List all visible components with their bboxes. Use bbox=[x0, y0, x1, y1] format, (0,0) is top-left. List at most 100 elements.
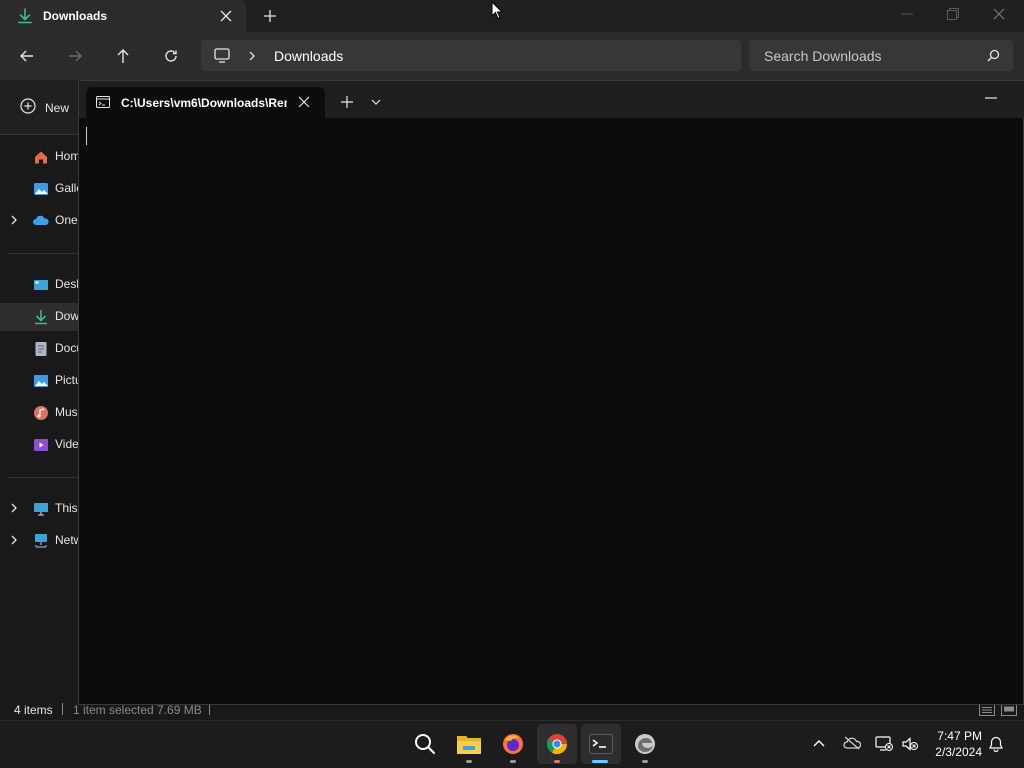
sidebar-item-this-pc[interactable]: This PC bbox=[0, 495, 78, 523]
large-icons-view-icon[interactable] bbox=[1001, 704, 1017, 716]
restore-icon[interactable] bbox=[947, 8, 959, 20]
chrome-icon bbox=[546, 734, 568, 755]
sidebar-item-label: Desktop bbox=[55, 277, 78, 291]
sidebar-item-label: Pictures bbox=[55, 373, 78, 387]
expand-chevron-icon[interactable] bbox=[10, 215, 18, 225]
sidebar-item-label: This PC bbox=[55, 501, 78, 515]
videos-icon bbox=[33, 437, 49, 453]
mouse-pointer-icon bbox=[491, 1, 503, 20]
forward-arrow-icon bbox=[69, 50, 82, 62]
navigation-pane: Home Gallery OneDrive Desktop Downloads … bbox=[0, 135, 78, 700]
taskbar-firefox[interactable] bbox=[493, 724, 533, 764]
status-selection: 1 item selected 7.69 MB bbox=[73, 703, 202, 717]
firefox-icon bbox=[503, 734, 523, 754]
taskbar-search-button[interactable] bbox=[405, 724, 445, 764]
onedrive-icon bbox=[33, 213, 49, 229]
pictures-icon bbox=[33, 373, 49, 389]
onedrive-offline-icon[interactable] bbox=[843, 736, 861, 750]
refresh-button[interactable] bbox=[155, 40, 187, 72]
up-button[interactable] bbox=[107, 40, 139, 72]
chevron-down-icon[interactable] bbox=[371, 99, 381, 106]
status-item-count: 4 items bbox=[14, 703, 53, 717]
sidebar-item-label: Documents bbox=[55, 341, 78, 355]
network-disconnected-icon[interactable] bbox=[875, 736, 893, 752]
sidebar-item-home[interactable]: Home bbox=[0, 143, 78, 171]
search-input[interactable]: Search Downloads bbox=[764, 48, 882, 64]
show-hidden-icons-chevron-icon[interactable] bbox=[813, 739, 825, 747]
sidebar-item-label: Music bbox=[55, 405, 78, 419]
monitor-icon bbox=[214, 48, 230, 63]
edge-icon bbox=[635, 734, 655, 754]
clock-date[interactable]: 2/3/2024 bbox=[922, 745, 982, 759]
sidebar-item-videos[interactable]: Videos bbox=[0, 431, 78, 459]
sidebar-item-label: Network bbox=[55, 533, 78, 547]
music-icon bbox=[33, 405, 49, 421]
breadcrumb-downloads[interactable]: Downloads bbox=[274, 48, 343, 64]
download-icon bbox=[17, 8, 33, 24]
minimize-icon[interactable] bbox=[985, 97, 997, 99]
sidebar-item-label: OneDrive bbox=[55, 213, 78, 227]
running-indicator bbox=[554, 760, 560, 763]
sidebar-item-network[interactable]: Network bbox=[0, 527, 78, 555]
close-tab-icon[interactable] bbox=[219, 9, 233, 23]
new-tab-icon[interactable] bbox=[341, 96, 353, 108]
back-button[interactable] bbox=[11, 40, 43, 72]
explorer-tab-title: Downloads bbox=[43, 9, 108, 23]
sidebar-item-label: Downloads bbox=[55, 309, 78, 323]
new-tab-icon[interactable] bbox=[263, 9, 277, 23]
back-arrow-icon bbox=[20, 50, 33, 62]
sidebar-item-onedrive[interactable]: OneDrive bbox=[0, 207, 78, 235]
network-icon bbox=[33, 533, 49, 549]
search-icon[interactable] bbox=[987, 49, 1000, 62]
expand-chevron-icon[interactable] bbox=[10, 503, 18, 513]
pc-icon bbox=[33, 501, 49, 517]
minimize-icon[interactable] bbox=[901, 13, 913, 15]
new-plus-icon[interactable] bbox=[20, 98, 36, 114]
taskbar-chrome[interactable] bbox=[537, 724, 577, 764]
sidebar-item-label: Videos bbox=[55, 437, 78, 451]
sidebar-item-music[interactable]: Music bbox=[0, 399, 78, 427]
terminal-tab-title: C:\Users\vm6\Downloads\Rer bbox=[121, 96, 287, 110]
search-icon bbox=[415, 734, 436, 755]
notification-bell-icon[interactable] bbox=[988, 736, 1004, 752]
forward-button[interactable] bbox=[59, 40, 91, 72]
desktop-icon bbox=[33, 277, 49, 293]
sidebar-item-desktop[interactable]: Desktop bbox=[0, 271, 78, 299]
breadcrumb-chevron-icon[interactable] bbox=[248, 51, 256, 61]
sidebar-divider bbox=[8, 253, 78, 254]
explorer-tab[interactable] bbox=[0, 0, 246, 32]
sidebar-item-label: Gallery bbox=[55, 181, 78, 195]
details-view-icon[interactable] bbox=[979, 704, 995, 716]
sidebar-item-gallery[interactable]: Gallery bbox=[0, 175, 78, 203]
up-arrow-icon bbox=[117, 49, 129, 63]
refresh-icon bbox=[165, 50, 177, 62]
status-divider bbox=[62, 703, 63, 715]
clock-time[interactable]: 7:47 PM bbox=[932, 729, 982, 743]
sidebar-item-pictures[interactable]: Pictures bbox=[0, 367, 78, 395]
file-explorer-icon bbox=[457, 736, 481, 754]
taskbar-terminal[interactable] bbox=[581, 724, 621, 764]
taskbar-file-explorer[interactable] bbox=[449, 724, 489, 764]
sidebar-item-label: Home bbox=[55, 149, 78, 163]
new-button[interactable]: New bbox=[45, 101, 69, 115]
home-icon bbox=[33, 149, 49, 165]
text-cursor bbox=[86, 127, 87, 145]
sidebar-item-downloads[interactable]: Downloads bbox=[0, 303, 78, 331]
close-window-icon[interactable] bbox=[993, 8, 1005, 20]
terminal-window[interactable] bbox=[78, 80, 1024, 705]
close-tab-icon[interactable] bbox=[298, 96, 310, 108]
download-icon bbox=[33, 309, 49, 325]
sidebar-divider bbox=[8, 477, 78, 478]
gallery-icon bbox=[33, 181, 49, 197]
terminal-icon bbox=[589, 734, 613, 754]
documents-icon bbox=[33, 341, 49, 357]
taskbar-edge[interactable] bbox=[625, 724, 665, 764]
active-window-indicator bbox=[592, 760, 608, 763]
cmd-prompt-icon bbox=[96, 96, 110, 108]
expand-chevron-icon[interactable] bbox=[10, 535, 18, 545]
running-indicator bbox=[466, 760, 472, 763]
volume-muted-icon[interactable] bbox=[901, 736, 919, 752]
sidebar-item-documents[interactable]: Documents bbox=[0, 335, 78, 363]
running-indicator bbox=[510, 760, 516, 763]
running-indicator bbox=[642, 760, 648, 763]
